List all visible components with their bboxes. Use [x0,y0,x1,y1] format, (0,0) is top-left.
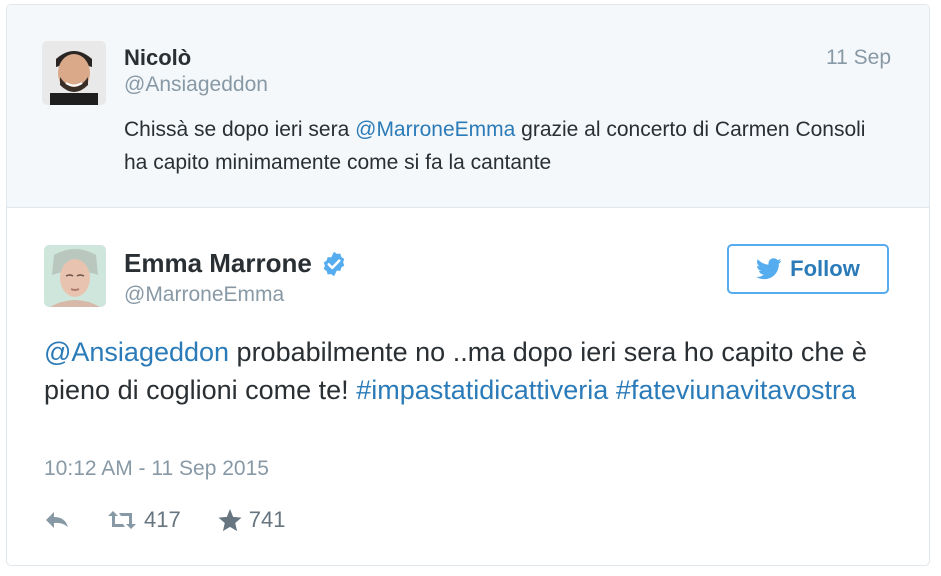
tweet-timestamp[interactable]: 10:12 AM - 11 Sep 2015 [44,457,269,481]
retweet-button[interactable]: 417 [106,507,181,533]
author-handle[interactable]: @Ansiageddon [124,73,268,97]
favorite-button[interactable]: 741 [217,507,286,533]
favorite-count: 741 [248,507,286,532]
avatar[interactable] [42,41,106,105]
tweet-actions: 417 741 [44,505,321,535]
author-name[interactable]: Nicolò [124,45,191,71]
follow-label: Follow [790,256,860,281]
reply-button[interactable] [44,510,70,530]
author-handle[interactable]: @MarroneEmma [124,283,284,307]
avatar[interactable] [44,245,106,307]
tweet-text: Chissà se dopo ieri sera @MarroneEmma gr… [124,113,884,179]
hashtag-link[interactable]: #impastatidicattiveria [356,375,608,405]
reply-icon [44,510,70,530]
follow-button[interactable]: Follow [727,244,889,294]
tweet-date[interactable]: 11 Sep [826,46,891,70]
author-name[interactable]: Emma Marrone [124,248,312,279]
mention-link[interactable]: @MarroneEmma [355,118,515,141]
mention-link[interactable]: @Ansiageddon [44,337,229,367]
star-icon [217,508,243,532]
retweet-count: 417 [144,507,181,532]
retweet-icon [106,509,138,531]
tweet-card: Nicolò @Ansiageddon 11 Sep Chissà se dop… [6,4,930,566]
tweet-text: @Ansiageddon probabilmente no ..ma dopo … [44,333,904,409]
quoted-tweet[interactable]: Nicolò @Ansiageddon 11 Sep Chissà se dop… [7,5,929,208]
text-segment: Chissà se dopo ieri sera [124,118,356,141]
twitter-bird-icon [756,258,782,280]
verified-badge-icon [320,250,348,278]
hashtag-link[interactable]: #fateviunavitavostra [616,375,856,405]
author-name-row: Emma Marrone [124,248,348,279]
